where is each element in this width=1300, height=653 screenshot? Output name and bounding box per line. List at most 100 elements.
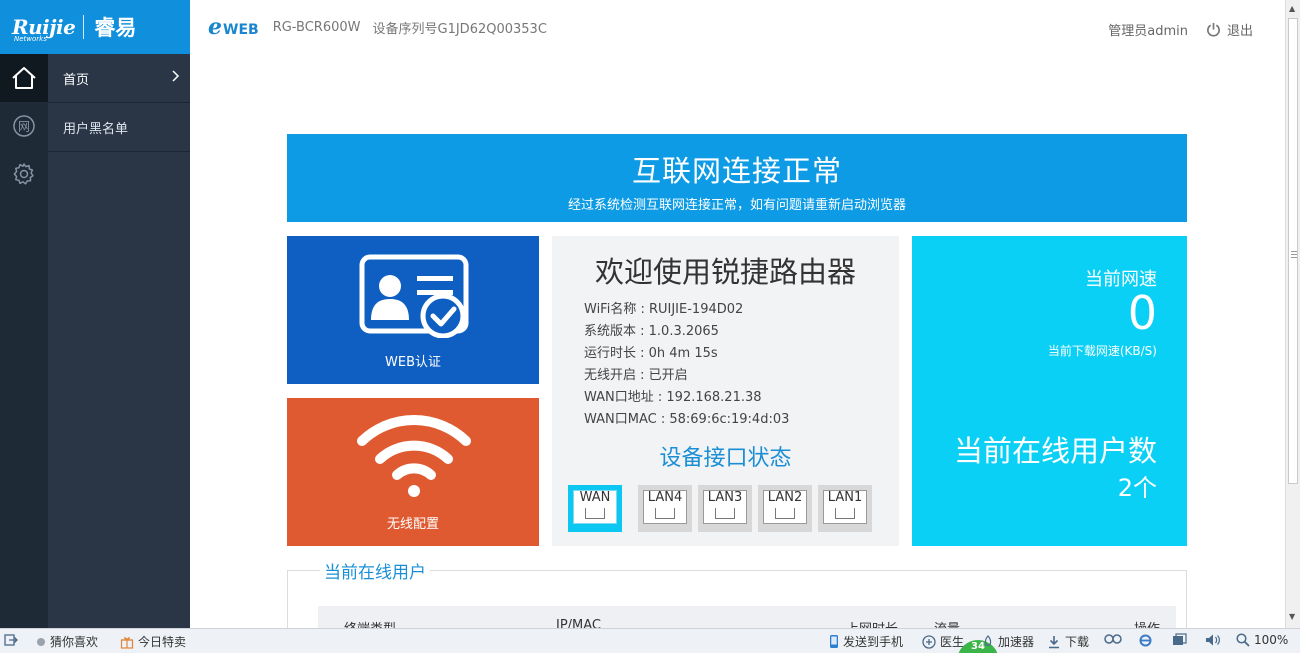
info-firmware: 系统版本 : 1.0.3.2065 [584, 324, 719, 339]
wireless-config-label: 无线配置 [386, 517, 439, 532]
rail-home[interactable] [0, 54, 48, 102]
online-users-count: 2个 [1117, 474, 1157, 502]
connection-status-banner: 互联网连接正常 经过系统检测互联网连接正常，如有问题请重新启动浏览器 [287, 134, 1187, 222]
ethernet-port-icon [775, 508, 795, 519]
wireless-config-tile[interactable]: 无线配置 [287, 398, 539, 546]
accelerator[interactable]: 加速器 [982, 633, 1034, 650]
scroll-thumb[interactable] [1288, 18, 1298, 484]
send-to-phone-label: 发送到手机 [843, 635, 904, 649]
gear-icon [13, 163, 34, 185]
window-button[interactable] [1172, 633, 1191, 647]
port-lan3: LAN3 [698, 485, 752, 532]
sidebar: 首页 用户黑名单 [48, 54, 190, 628]
zoom-level: 100% [1254, 633, 1289, 647]
scroll-down-icon[interactable]: ▼ [1289, 612, 1295, 621]
send-to-phone[interactable]: 发送到手机 [829, 633, 903, 650]
magnifier-icon [1236, 633, 1250, 647]
guess-label: 猜你喜欢 [50, 635, 99, 649]
ethernet-port-icon [835, 508, 855, 519]
today-sale-label: 今日特卖 [138, 635, 187, 649]
sidebar-item-blacklist[interactable]: 用户黑名单 [48, 103, 190, 152]
logo-chinese: 睿易 [94, 16, 137, 40]
chevron-right-icon [172, 70, 180, 82]
exit-icon [4, 634, 18, 646]
banner-title: 互联网连接正常 [631, 154, 842, 188]
port-label: LAN1 [827, 490, 863, 505]
col-device-type: 终端类型 [344, 618, 396, 628]
online-users-label: 当前在线用户数 [953, 434, 1157, 468]
device-serial: 设备序列号G1JD62Q00353C [372, 21, 547, 37]
window-icon [1173, 633, 1187, 645]
download-label: 下载 [1065, 635, 1090, 649]
header-actions: 管理员admin 退出 [1108, 20, 1253, 39]
info-wan-ip: WAN口地址 : 192.168.21.38 [584, 390, 762, 405]
top-header: e WEB RG-BCR600W 设备序列号G1JD62Q00353C 管理员a… [190, 0, 1285, 54]
scroll-up-icon[interactable]: ▲ [1289, 4, 1295, 13]
vertical-scrollbar[interactable]: ▲ ▼ [1285, 0, 1300, 628]
speed-value: 0 [1127, 286, 1157, 340]
port-status-title: 设备接口状态 [659, 446, 792, 471]
web-auth-tile[interactable]: WEB认证 [287, 236, 539, 384]
admin-user[interactable]: 管理员admin [1108, 20, 1188, 39]
info-wifi-name: WiFi名称 : RUIJIE-194D02 [584, 302, 744, 317]
web-auth-label: WEB认证 [385, 355, 441, 370]
eweb-logo: e WEB [208, 14, 259, 40]
speed-unit: 当前下载网速(KB/S) [1047, 344, 1157, 358]
port-label: LAN2 [767, 490, 803, 505]
power-icon [1207, 22, 1220, 37]
logout-button[interactable]: 退出 [1206, 20, 1253, 39]
scroll-grip [1291, 251, 1297, 252]
device-model: RG-BCR600W [272, 19, 361, 35]
volume-button[interactable] [1205, 633, 1225, 647]
id-card-icon [359, 254, 469, 338]
rail-settings[interactable] [0, 150, 48, 198]
sidebar-item-home[interactable]: 首页 [48, 54, 190, 103]
rocket-icon [984, 634, 992, 646]
accelerator-label: 加速器 [998, 635, 1035, 649]
port-lan2: LAN2 [758, 485, 812, 532]
ethernet-port-icon [585, 508, 605, 519]
port-lan1: LAN1 [818, 485, 872, 532]
link-icon [1104, 634, 1122, 644]
port-lan4: LAN4 [638, 485, 692, 532]
logout-label: 退出 [1226, 24, 1253, 39]
extension-button[interactable] [1104, 633, 1126, 645]
doctor[interactable]: 医生 [922, 633, 964, 650]
guess-you-like[interactable]: 猜你喜欢 [36, 633, 98, 650]
browser-e-icon [1139, 634, 1152, 647]
port-label: LAN4 [647, 490, 683, 505]
home-icon [12, 67, 36, 89]
sidebar-item-label: 用户黑名单 [63, 121, 129, 137]
col-traffic: 流量 [934, 618, 960, 628]
download-icon [1049, 635, 1059, 648]
speaker-icon [1206, 634, 1220, 646]
sidebar-toggle[interactable] [4, 633, 22, 647]
info-wan-mac: WAN口MAC : 58:69:6c:19:4d:03 [584, 412, 790, 427]
zoom-control[interactable]: 100% [1236, 633, 1288, 647]
logo-divider [83, 15, 85, 39]
info-wireless-state: 无线开启 : 已开启 [584, 368, 688, 383]
logo-subtitle: Networks [14, 35, 47, 43]
ethernet-port-icon [715, 508, 735, 519]
wifi-icon [357, 415, 471, 497]
stats-panel: 当前网速 0 当前下载网速(KB/S) 当前在线用户数 2个 [912, 236, 1187, 546]
rail-network[interactable]: 网 [0, 102, 48, 150]
brand-logo: Ruijie Networks 睿易 [0, 0, 190, 54]
today-sale[interactable]: 今日特卖 [120, 633, 186, 650]
online-users-title: 当前在线用户 [320, 558, 430, 583]
network-glyph: 网 [18, 120, 30, 134]
dot-icon [37, 637, 45, 646]
network-icon: 网 [13, 115, 35, 137]
welcome-title: 欢迎使用锐捷路由器 [594, 255, 856, 289]
sidebar-item-label: 首页 [63, 72, 90, 88]
eweb-e: e [208, 14, 222, 40]
port-status-list: WAN LAN4 LAN3 LAN2 LAN1 [568, 485, 878, 532]
banner-subtitle: 经过系统检测互联网连接正常，如有问题请重新启动浏览器 [567, 198, 906, 213]
ie-mode-button[interactable] [1138, 633, 1157, 648]
ethernet-port-icon [655, 508, 675, 519]
gift-icon [120, 636, 134, 649]
download[interactable]: 下载 [1047, 633, 1089, 650]
col-online-time: 上网时长 [846, 618, 898, 628]
router-info-panel: 欢迎使用锐捷路由器 WiFi名称 : RUIJIE-194D02 系统版本 : … [552, 236, 899, 546]
port-wan: WAN [568, 485, 622, 532]
